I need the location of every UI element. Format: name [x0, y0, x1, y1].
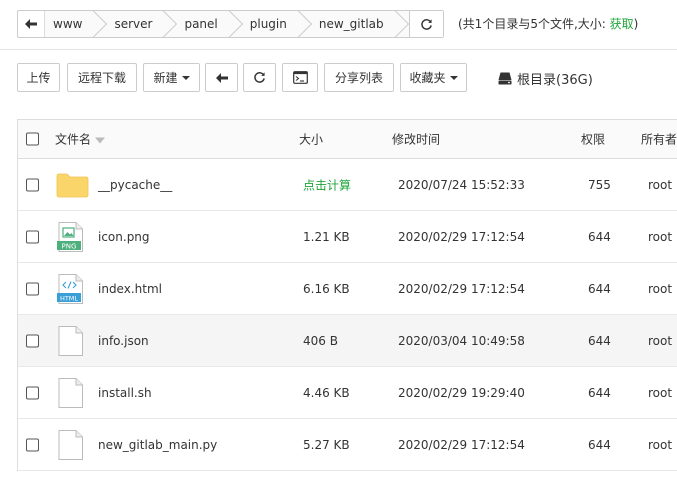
favorites-dropdown-button[interactable]: 收藏夹	[400, 63, 467, 92]
file-owner[interactable]: root	[648, 230, 672, 244]
row-checkbox[interactable]	[26, 282, 39, 295]
file-name[interactable]: info.json	[98, 334, 149, 348]
file-permission[interactable]: 644	[588, 386, 611, 400]
png-file-icon: PNG	[57, 221, 83, 252]
table-row[interactable]: install.sh 4.46 KB 2020/02/29 19:29:40 6…	[18, 367, 677, 419]
disk-selector[interactable]: 根目录(36G)	[498, 69, 593, 88]
table-row[interactable]: HTML index.html 6.16 KB 2020/02/29 17:12…	[18, 263, 677, 315]
file-mtime: 2020/02/29 17:12:54	[398, 437, 525, 452]
file-size: 4.46 KB	[303, 385, 350, 400]
file-table: 文件名 大小 修改时间 权限 所有者 __pycache__ 点击计算 2020…	[17, 119, 677, 471]
remote-download-button[interactable]: 远程下载	[67, 63, 137, 92]
html-badge: HTML	[60, 294, 78, 302]
new-dropdown-button[interactable]: 新建	[143, 63, 200, 92]
directory-summary: (共1个目录与5个文件,大小: 获取)	[458, 17, 639, 31]
file-permission[interactable]: 644	[588, 230, 611, 244]
header-name[interactable]: 文件名	[55, 131, 106, 148]
header-size[interactable]: 大小	[299, 131, 323, 148]
caret-down-icon	[181, 75, 190, 80]
html-file-icon: HTML	[57, 273, 83, 304]
folder-icon	[56, 173, 89, 197]
path-bar: www server panel plugin new_gitlab	[17, 10, 444, 38]
divider	[0, 49, 677, 50]
select-all-checkbox[interactable]	[26, 132, 39, 146]
refresh-icon	[254, 72, 265, 83]
row-checkbox[interactable]	[26, 438, 39, 451]
file-icon	[58, 377, 83, 408]
file-size: 406 B	[303, 333, 338, 348]
file-mtime: 2020/02/29 17:12:54	[398, 281, 525, 296]
terminal-button[interactable]	[282, 63, 318, 92]
table-row[interactable]: new_gitlab_main.py 5.27 KB 2020/02/29 17…	[18, 419, 677, 471]
arrow-left-icon	[215, 72, 228, 83]
path-back-button[interactable]	[18, 11, 45, 37]
path-refresh-button[interactable]	[409, 11, 443, 37]
file-permission[interactable]: 644	[588, 334, 611, 348]
file-name[interactable]: install.sh	[98, 386, 152, 400]
breadcrumb-item-new-gitlab[interactable]: new_gitlab	[300, 11, 397, 37]
file-name[interactable]: index.html	[98, 282, 162, 296]
table-row[interactable]: PNG icon.png 1.21 KB 2020/02/29 17:12:54…	[18, 211, 677, 263]
table-row[interactable]: __pycache__ 点击计算 2020/07/24 15:52:33 755…	[18, 159, 677, 211]
file-icon	[58, 325, 83, 356]
file-owner[interactable]: root	[648, 438, 672, 452]
terminal-icon	[292, 71, 308, 84]
file-owner[interactable]: root	[648, 334, 672, 348]
file-owner[interactable]: root	[648, 282, 672, 296]
file-mtime: 2020/03/04 10:49:58	[398, 333, 525, 348]
fetch-size-link[interactable]: 获取	[610, 17, 634, 31]
breadcrumb-item-www[interactable]: www	[45, 11, 95, 37]
refresh-button[interactable]	[243, 63, 276, 92]
share-list-button[interactable]: 分享列表	[324, 63, 394, 92]
file-mtime: 2020/02/29 19:29:40	[398, 385, 525, 400]
png-badge: PNG	[62, 242, 77, 250]
file-permission[interactable]: 755	[588, 178, 611, 192]
header-mtime[interactable]: 修改时间	[392, 131, 440, 148]
file-name[interactable]: icon.png	[98, 230, 150, 244]
breadcrumb: www server panel plugin new_gitlab	[45, 11, 409, 37]
file-size: 6.16 KB	[303, 281, 350, 296]
arrow-left-icon	[25, 19, 37, 29]
refresh-icon	[421, 18, 432, 30]
upload-button[interactable]: 上传	[17, 63, 60, 92]
file-mtime: 2020/02/29 17:12:54	[398, 229, 525, 244]
row-checkbox[interactable]	[26, 334, 39, 347]
table-row[interactable]: info.json 406 B 2020/03/04 10:49:58 644 …	[18, 315, 677, 367]
header-owner[interactable]: 所有者	[641, 131, 677, 148]
file-icon	[58, 429, 83, 460]
file-permission[interactable]: 644	[588, 438, 611, 452]
file-size: 5.27 KB	[303, 437, 350, 452]
file-name[interactable]: __pycache__	[98, 178, 172, 192]
row-checkbox[interactable]	[26, 178, 39, 191]
row-checkbox[interactable]	[26, 230, 39, 243]
table-header: 文件名 大小 修改时间 权限 所有者	[18, 120, 677, 159]
file-mtime: 2020/07/24 15:52:33	[398, 177, 525, 192]
hard-drive-icon	[498, 72, 512, 85]
row-checkbox[interactable]	[26, 386, 39, 399]
file-name[interactable]: new_gitlab_main.py	[98, 438, 217, 452]
calculate-size-link[interactable]: 点击计算	[303, 176, 351, 193]
sort-down-icon	[95, 137, 106, 143]
caret-down-icon	[449, 75, 458, 80]
file-owner[interactable]: root	[648, 178, 672, 192]
file-owner[interactable]: root	[648, 386, 672, 400]
file-size: 1.21 KB	[303, 229, 350, 244]
back-button[interactable]	[205, 63, 238, 92]
file-permission[interactable]: 644	[588, 282, 611, 296]
header-permission[interactable]: 权限	[581, 131, 605, 148]
